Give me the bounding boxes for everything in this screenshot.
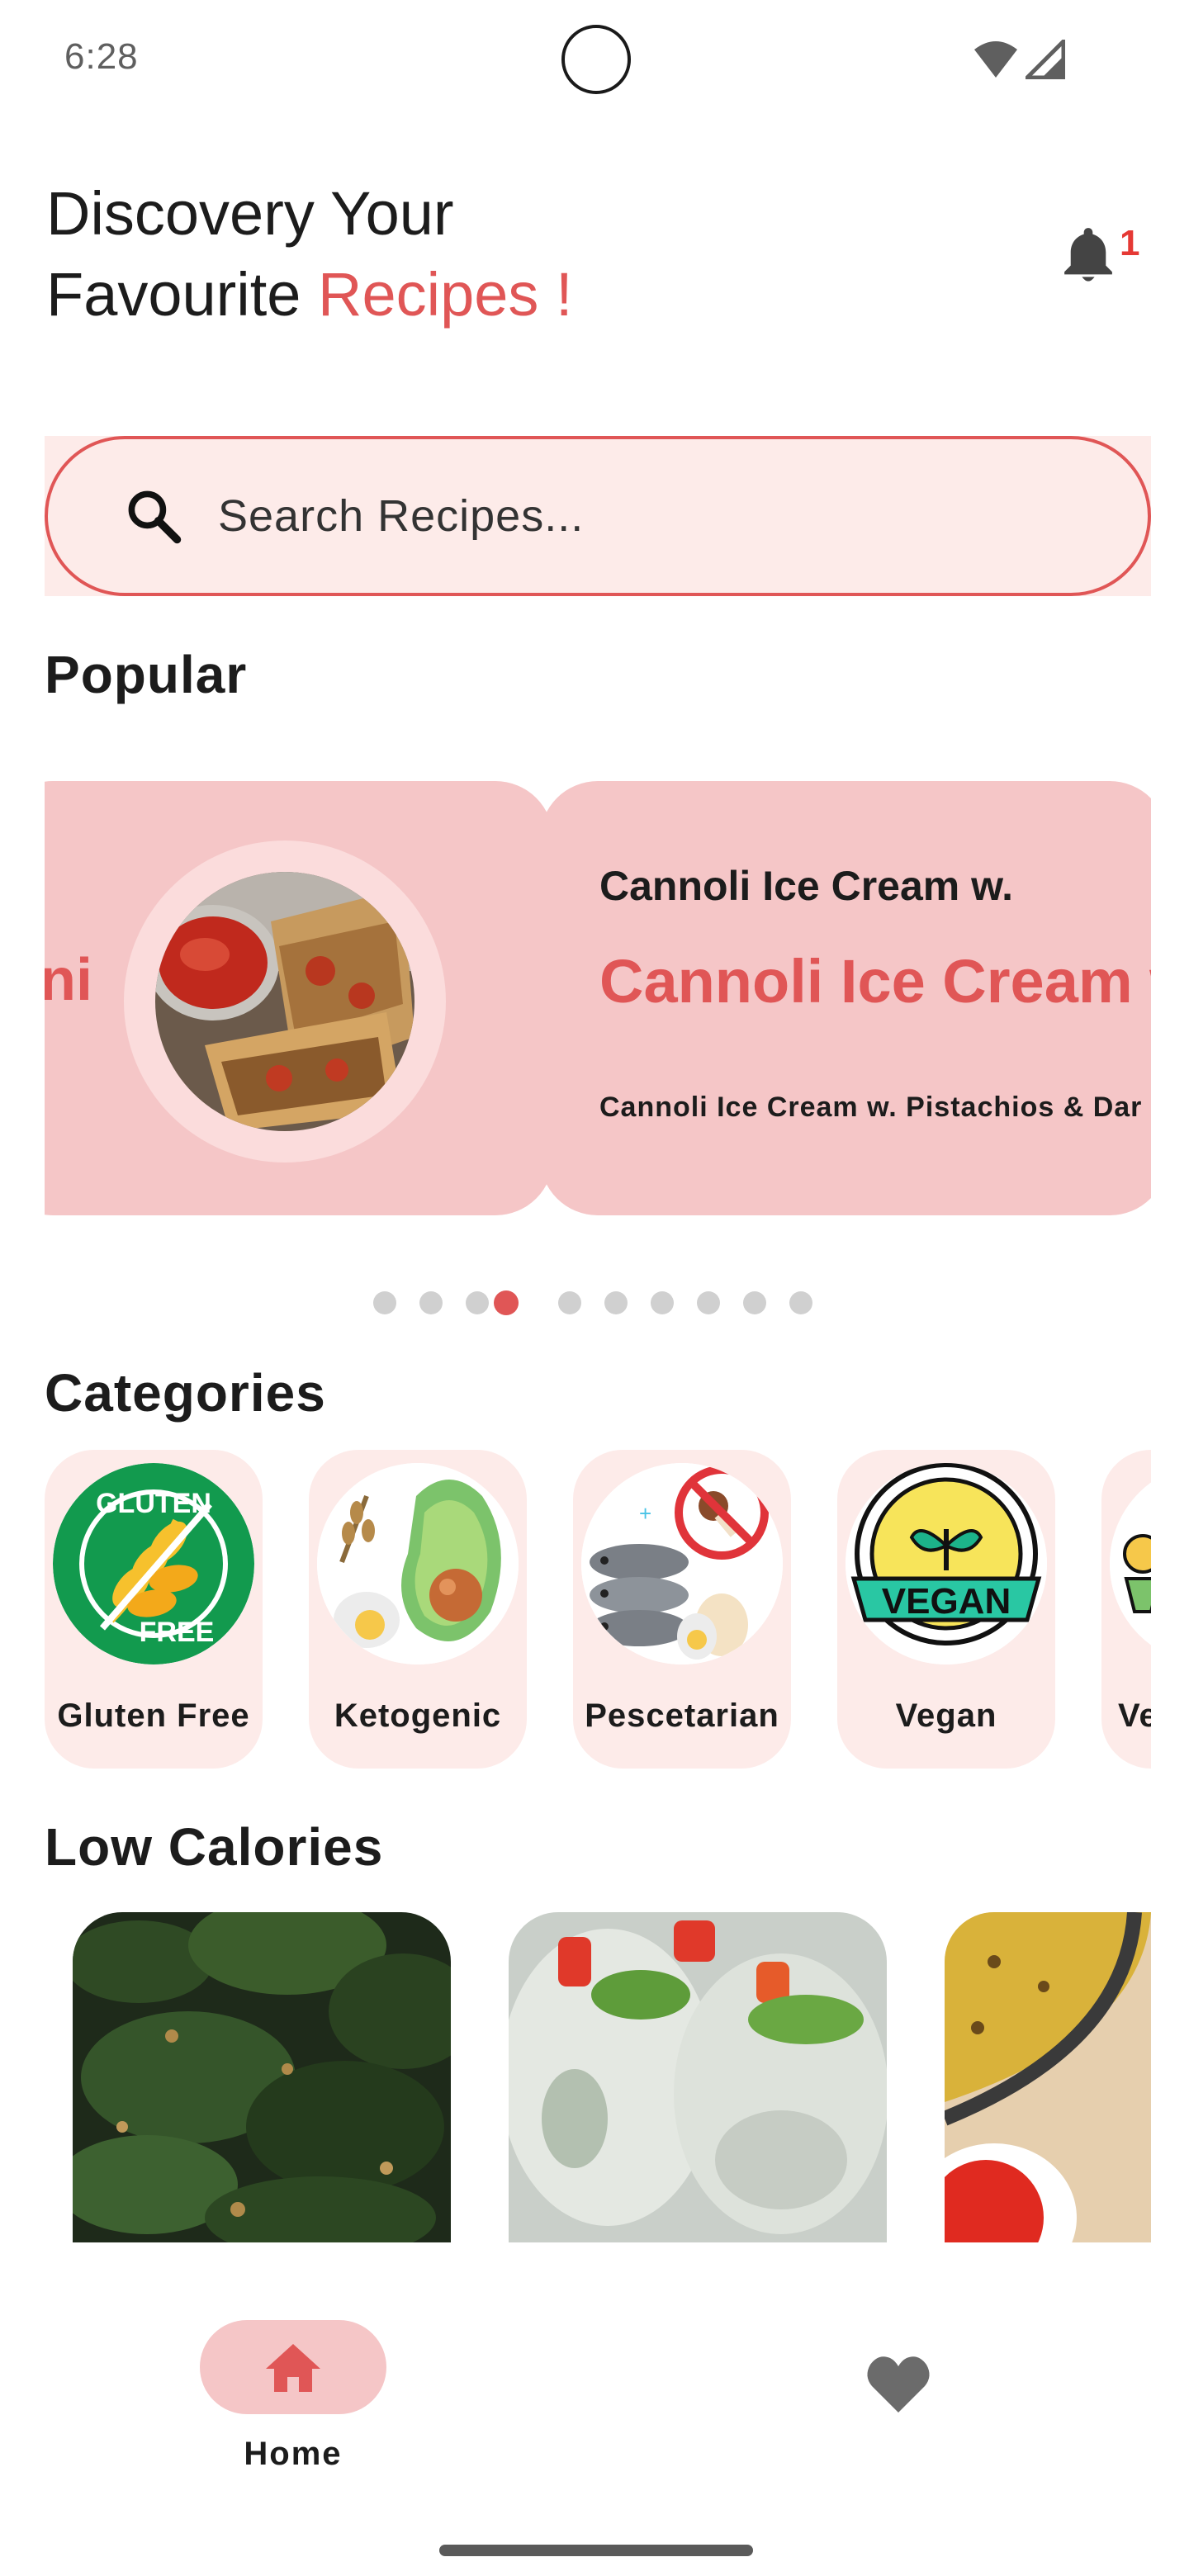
- nav-home-label: Home: [244, 2436, 343, 2472]
- recipe-image: [945, 1912, 1151, 2242]
- heart-icon[interactable]: [864, 2350, 933, 2419]
- popular-card[interactable]: Cannoli Ice Cream w. Cannoli Ice Cream w…: [540, 781, 1151, 1215]
- recipe-image: [73, 1912, 451, 2242]
- low-calorie-recipe-card[interactable]: [509, 1912, 887, 2242]
- search-icon: [128, 490, 182, 544]
- popular-card-description: Cannoli Ice Cream w. Pistachios & Dar: [599, 1091, 1143, 1123]
- title-line-2: Favourite Recipes !: [46, 254, 1144, 335]
- popular-card-title: Cannoli Ice Cream w: [599, 947, 1151, 1016]
- carousel-pagination: [373, 1290, 836, 1315]
- svg-text:+: +: [639, 1501, 651, 1526]
- title-line-1: Discovery Your: [46, 179, 454, 248]
- pescetarian-icon: +: [581, 1463, 783, 1664]
- title-accent: Recipes !: [318, 260, 573, 329]
- status-bar: 6:28: [0, 0, 1189, 116]
- low-calories-list: [45, 1912, 1151, 2242]
- pagination-dot[interactable]: [743, 1291, 766, 1314]
- recipe-image: [509, 1912, 887, 2242]
- low-calorie-recipe-card[interactable]: [945, 1912, 1151, 2242]
- gluten-free-icon: GLUTEN FREE: [53, 1463, 254, 1664]
- category-label: Gluten Free: [57, 1698, 250, 1734]
- category-item-gluten-free[interactable]: GLUTEN FREE Gluten Free: [45, 1450, 263, 1769]
- search-input[interactable]: [218, 490, 1044, 542]
- categories-list: GLUTEN FREE Gluten Free Ketogenic + Pesc…: [45, 1450, 1151, 1772]
- search-container: [45, 436, 1151, 596]
- vegetarian-icon: [1110, 1463, 1151, 1664]
- popular-card-image: [155, 872, 414, 1131]
- status-icons: [973, 40, 1065, 79]
- gluten-badge-bottom: FREE: [140, 1617, 215, 1648]
- pagination-dot[interactable]: [466, 1291, 489, 1314]
- category-item-vegan[interactable]: VEGAN Vegan: [837, 1450, 1055, 1769]
- gluten-badge-top: GLUTEN: [96, 1488, 211, 1519]
- home-icon: [266, 2344, 320, 2392]
- pagination-dot-active[interactable]: [494, 1290, 519, 1315]
- nav-home-button[interactable]: [200, 2320, 386, 2414]
- popular-carousel[interactable]: ni Cannoli Ice Cream w. Cannoli Ice Crea…: [45, 781, 1151, 1219]
- popular-heading: Popular: [45, 645, 248, 704]
- pagination-dot[interactable]: [697, 1291, 720, 1314]
- vegan-icon: VEGAN: [846, 1463, 1047, 1664]
- home-indicator: [439, 2545, 753, 2556]
- search-bar[interactable]: [45, 436, 1151, 596]
- ketogenic-icon: [317, 1463, 519, 1664]
- bell-icon[interactable]: [1057, 223, 1120, 286]
- category-item-vegetarian[interactable]: Ve: [1101, 1450, 1151, 1769]
- pagination-dot[interactable]: [604, 1291, 628, 1314]
- categories-heading: Categories: [45, 1363, 326, 1423]
- popular-card[interactable]: ni: [45, 781, 553, 1215]
- low-calories-heading: Low Calories: [45, 1817, 384, 1877]
- bottom-navigation: Home: [0, 2262, 1189, 2576]
- signal-icon: [1026, 40, 1065, 79]
- pagination-dot[interactable]: [373, 1291, 396, 1314]
- camera-cutout: [561, 25, 631, 94]
- category-label: Pescetarian: [585, 1698, 779, 1734]
- vegan-badge-text: VEGAN: [882, 1581, 1011, 1622]
- low-calorie-recipe-card[interactable]: [73, 1912, 451, 2242]
- category-item-ketogenic[interactable]: Ketogenic: [309, 1450, 527, 1769]
- category-label: Vegan: [895, 1698, 997, 1734]
- status-time: 6:28: [64, 36, 139, 77]
- page-title: Discovery Your Favourite Recipes !: [46, 173, 1144, 335]
- category-label: Ketogenic: [334, 1698, 502, 1734]
- pagination-dot[interactable]: [789, 1291, 812, 1314]
- pagination-dot[interactable]: [419, 1291, 443, 1314]
- popular-card-title: ni: [45, 947, 92, 1013]
- popular-card-subtitle: Cannoli Ice Cream w.: [599, 863, 1014, 909]
- notification-badge: 1: [1120, 223, 1140, 263]
- category-item-pescetarian[interactable]: + Pescetarian: [573, 1450, 791, 1769]
- pagination-dot[interactable]: [651, 1291, 674, 1314]
- category-label: Ve: [1118, 1698, 1151, 1734]
- title-line-2-prefix: Favourite: [46, 260, 319, 329]
- wifi-icon: [974, 41, 1017, 78]
- pagination-dot[interactable]: [558, 1291, 581, 1314]
- header: Discovery Your Favourite Recipes !: [46, 173, 1144, 339]
